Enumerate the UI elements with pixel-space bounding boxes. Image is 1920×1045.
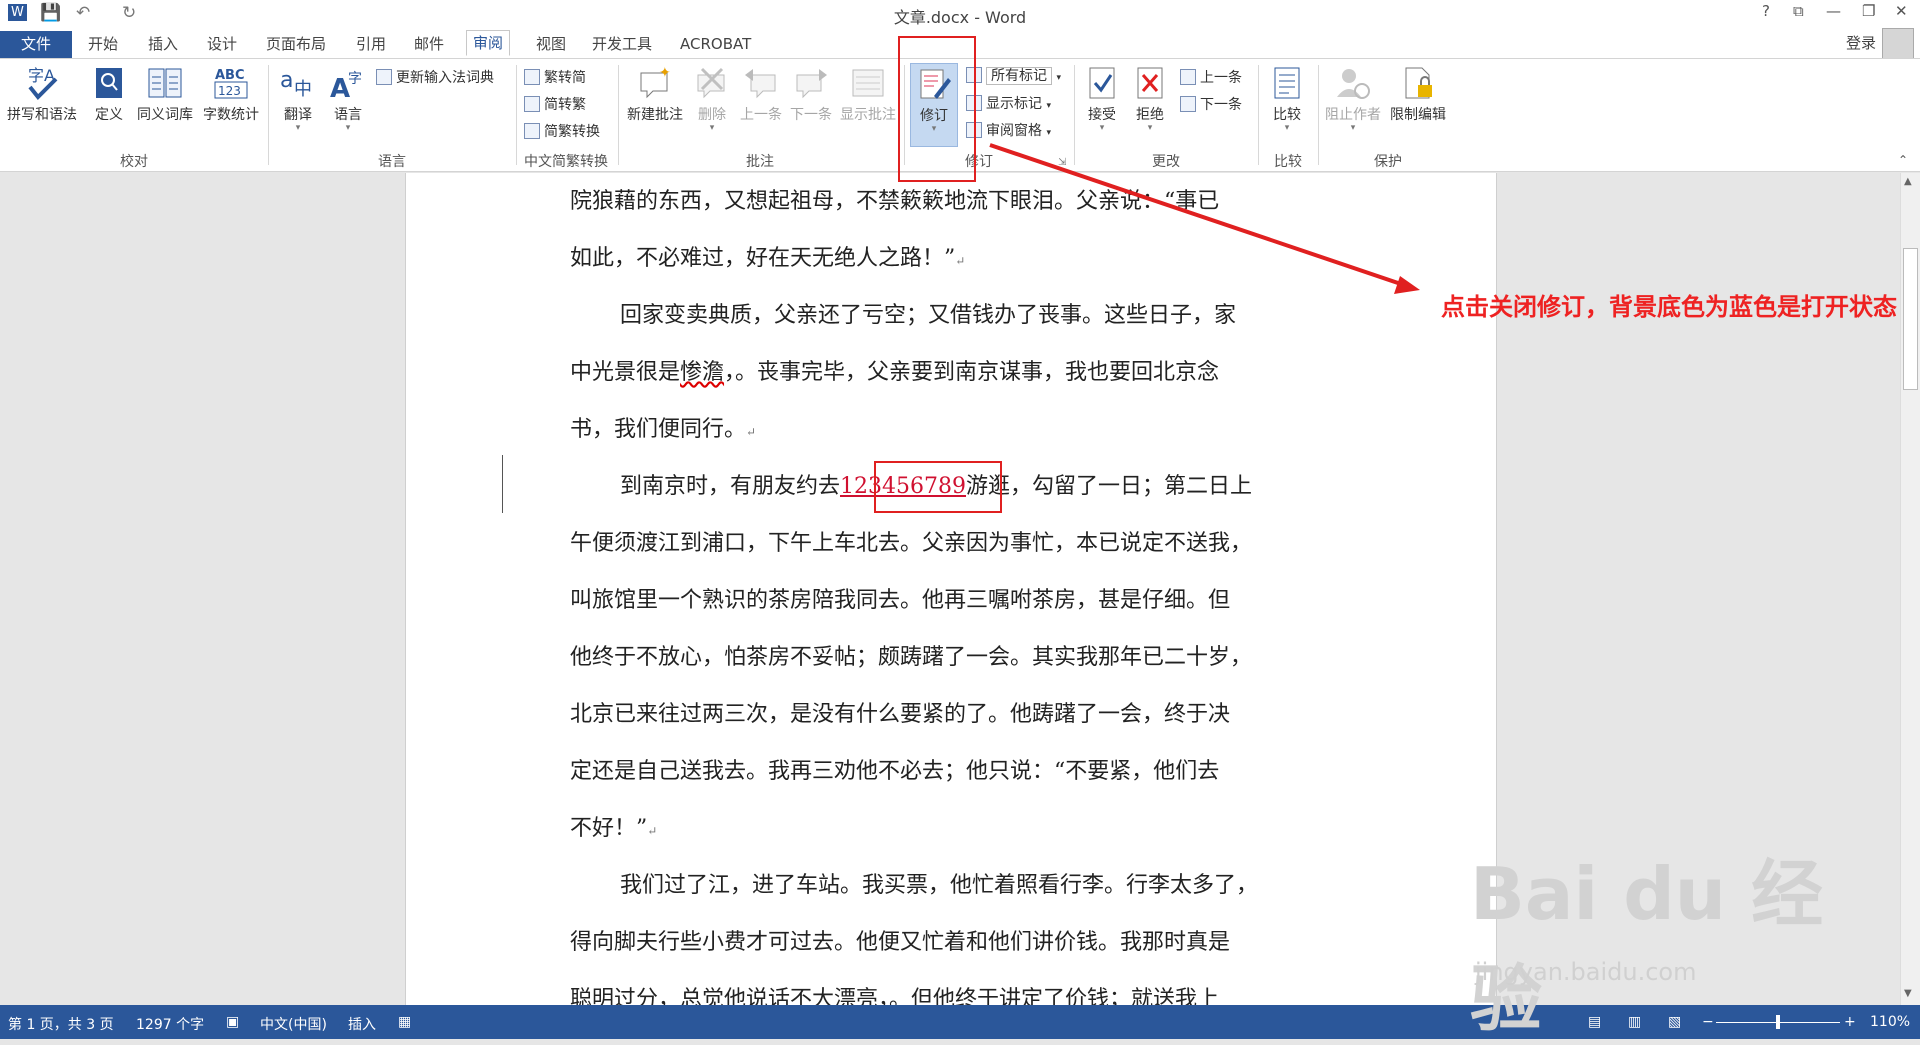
baidu-watermark-url: jingyan.baidu.com (1475, 958, 1697, 986)
annotation-note: 点击关闭修订，背景底色为蓝色是打开状态 (1441, 293, 1897, 321)
baidu-watermark: Bai du 经验 (1470, 852, 1824, 1041)
